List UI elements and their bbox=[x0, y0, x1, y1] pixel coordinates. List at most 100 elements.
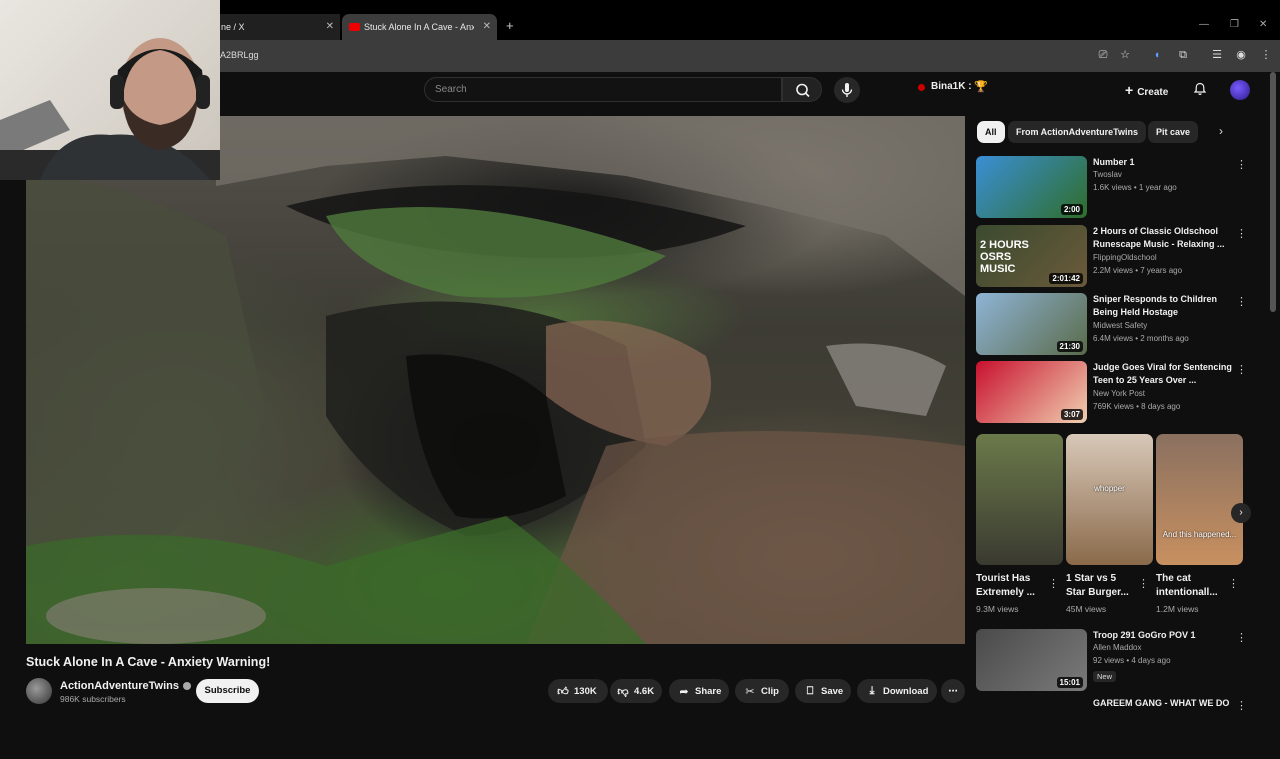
thumbs-down-icon: 👎︎ bbox=[617, 685, 629, 698]
close-icon[interactable]: ✕ bbox=[483, 21, 491, 32]
recommended-video[interactable]: GAREEM GANG - WHAT WE DO ⋮ bbox=[976, 697, 1266, 759]
close-icon[interactable]: ✕ bbox=[326, 21, 334, 32]
voice-search-button[interactable] bbox=[834, 77, 860, 103]
channel-name[interactable]: ActionAdventureTwins bbox=[60, 680, 191, 692]
restore-icon[interactable]: ❐ bbox=[1230, 19, 1239, 30]
video-title[interactable]: 2 Hours of Classic Oldschool Runescape M… bbox=[1093, 225, 1233, 251]
page-scrollbar[interactable] bbox=[1270, 72, 1276, 312]
channel-name[interactable]: FlippingOldschool bbox=[1093, 253, 1157, 262]
create-button[interactable]: + Create bbox=[1125, 82, 1168, 98]
more-options-icon[interactable]: ⋮ bbox=[1236, 699, 1247, 712]
short-title[interactable]: Tourist Has Extremely ... bbox=[976, 572, 1046, 600]
more-options-icon[interactable]: ⋮ bbox=[1236, 158, 1247, 171]
channel-avatar[interactable] bbox=[26, 678, 52, 704]
video-frame-cave bbox=[26, 116, 965, 644]
channel-name-text: ActionAdventureTwins bbox=[60, 680, 179, 692]
share-button[interactable]: ➦ Share bbox=[669, 679, 729, 703]
profile-icon[interactable]: ◉ bbox=[1234, 48, 1248, 62]
video-title[interactable]: Judge Goes Viral for Sentencing Teen to … bbox=[1093, 361, 1233, 387]
url-text: A2BRLgg bbox=[220, 50, 259, 60]
save-button[interactable]: ⎕ Save bbox=[795, 679, 851, 703]
subscribe-button[interactable]: Subscribe bbox=[196, 679, 259, 703]
recommended-video[interactable]: 21:30 Sniper Responds to Children Being H… bbox=[976, 293, 1266, 355]
video-thumbnail[interactable]: 3:07 bbox=[976, 361, 1087, 423]
search-placeholder: Search bbox=[435, 84, 467, 95]
video-thumbnail[interactable]: 2:00 bbox=[976, 156, 1087, 218]
search-button[interactable] bbox=[782, 77, 822, 102]
channel-name[interactable]: New York Post bbox=[1093, 389, 1145, 398]
browser-tab-youtube[interactable]: Stuck Alone In A Cave - Anxiety ✕ bbox=[342, 14, 497, 40]
media-control-icon[interactable]: ☰ bbox=[1210, 48, 1224, 62]
video-meta: 769K views • 8 days ago bbox=[1093, 402, 1181, 411]
shorts-next-button[interactable]: › bbox=[1231, 503, 1251, 523]
short-views: 45M views bbox=[1066, 604, 1107, 614]
clip-button[interactable]: ✂ Clip bbox=[735, 679, 789, 703]
short-title[interactable]: The cat intentionall... bbox=[1156, 572, 1226, 600]
chip-all[interactable]: All bbox=[977, 121, 1005, 143]
new-tab-button[interactable]: + bbox=[506, 18, 514, 33]
channel-name[interactable]: Allen Maddox bbox=[1093, 643, 1141, 652]
video-title[interactable]: Troop 291 GoGro POV 1 bbox=[1093, 629, 1233, 642]
download-icon: ⤓ bbox=[869, 684, 875, 697]
recommended-video[interactable]: 2 HOURS OSRS MUSIC 2:01:42 2 Hours of Clas… bbox=[976, 225, 1266, 287]
more-options-icon[interactable]: ⋮ bbox=[1236, 227, 1247, 240]
cast-icon[interactable]: ⎚ bbox=[1096, 48, 1110, 62]
chevron-right-icon[interactable]: › bbox=[1219, 124, 1223, 138]
short-thumbnail[interactable]: whopper bbox=[1066, 434, 1153, 565]
minimize-icon[interactable]: — bbox=[1199, 19, 1209, 30]
close-window-icon[interactable]: ✕ bbox=[1259, 19, 1267, 30]
more-options-icon[interactable]: ⋮ bbox=[1236, 363, 1247, 376]
video-title[interactable]: GAREEM GANG - WHAT WE DO bbox=[1093, 697, 1233, 710]
extensions-icon[interactable]: ⧉ bbox=[1176, 48, 1190, 62]
duration-badge: 15:01 bbox=[1056, 677, 1083, 688]
search-input[interactable]: Search bbox=[424, 77, 782, 102]
video-meta: 6.4M views • 2 months ago bbox=[1093, 334, 1189, 343]
download-button[interactable]: ⤓ Download bbox=[857, 679, 937, 703]
recommended-video[interactable]: 3:07 Judge Goes Viral for Sentencing Teen… bbox=[976, 361, 1266, 423]
duration-badge: 21:30 bbox=[1056, 341, 1083, 352]
short-thumbnail[interactable] bbox=[976, 434, 1063, 565]
chip-pit-cave[interactable]: Pit cave bbox=[1148, 121, 1199, 143]
more-options-icon[interactable]: ⋮ bbox=[1048, 577, 1059, 590]
bookmark-star-icon[interactable]: ☆ bbox=[1118, 48, 1132, 62]
share-icon: ➦ bbox=[679, 685, 689, 698]
extension-audio-icon[interactable]: ◖ bbox=[1150, 48, 1164, 62]
video-meta: 1.6K views • 1 year ago bbox=[1093, 183, 1177, 192]
webcam-overlay bbox=[0, 0, 220, 180]
save-label: Save bbox=[821, 685, 844, 697]
dislike-count: 4.6K bbox=[634, 685, 655, 697]
recommended-video[interactable]: 2:00 Number 1 Twoslav 1.6K views • 1 year a… bbox=[976, 156, 1266, 218]
chip-from-channel[interactable]: From ActionAdventureTwins bbox=[1008, 121, 1147, 143]
video-title[interactable]: Sniper Responds to Children Being Held H… bbox=[1093, 293, 1233, 319]
video-thumbnail[interactable]: 21:30 bbox=[976, 293, 1087, 355]
video-title: Stuck Alone In A Cave - Anxiety Warning! bbox=[26, 655, 271, 669]
channel-name[interactable]: Twoslav bbox=[1093, 170, 1122, 179]
video-meta: 92 views • 4 days ago bbox=[1093, 656, 1171, 665]
more-options-icon[interactable]: ⋮ bbox=[1138, 577, 1149, 590]
video-title[interactable]: Number 1 bbox=[1093, 156, 1233, 169]
trophy-icon: 🏆 bbox=[974, 81, 988, 93]
thumbnail-text: 2 HOURS OSRS MUSIC bbox=[980, 239, 1029, 275]
short-views: 1.2M views bbox=[1156, 604, 1199, 614]
channel-name[interactable]: Midwest Safety bbox=[1093, 321, 1147, 330]
notifications-bell-icon[interactable] bbox=[1193, 82, 1207, 96]
more-actions-button[interactable]: ⋯ bbox=[941, 679, 965, 703]
dislike-button[interactable]: 👎︎ 4.6K bbox=[610, 679, 662, 703]
like-button[interactable]: 👍︎ 130K bbox=[548, 679, 608, 703]
browser-tab-x[interactable]: ne / X ✕ bbox=[205, 14, 340, 40]
more-options-icon[interactable]: ⋮ bbox=[1236, 295, 1247, 308]
video-thumbnail[interactable]: 2 HOURS OSRS MUSIC 2:01:42 bbox=[976, 225, 1087, 287]
account-avatar[interactable] bbox=[1230, 80, 1250, 100]
more-options-icon[interactable]: ⋮ bbox=[1228, 577, 1239, 590]
short-thumbnail[interactable]: And this happened... bbox=[1156, 434, 1243, 565]
plus-icon: + bbox=[1125, 82, 1134, 98]
recommended-video[interactable]: 15:01 Troop 291 GoGro POV 1 Allen Maddox 92… bbox=[976, 629, 1266, 691]
verified-icon bbox=[182, 682, 191, 691]
streamer-webcam-image bbox=[0, 38, 220, 180]
menu-dots-icon[interactable]: ⋮ bbox=[1259, 48, 1273, 62]
more-options-icon[interactable]: ⋮ bbox=[1236, 631, 1247, 644]
video-player[interactable] bbox=[26, 116, 965, 644]
video-thumbnail[interactable]: 15:01 bbox=[976, 629, 1087, 691]
duration-badge: 3:07 bbox=[1060, 409, 1083, 420]
short-title[interactable]: 1 Star vs 5 Star Burger... bbox=[1066, 572, 1136, 600]
